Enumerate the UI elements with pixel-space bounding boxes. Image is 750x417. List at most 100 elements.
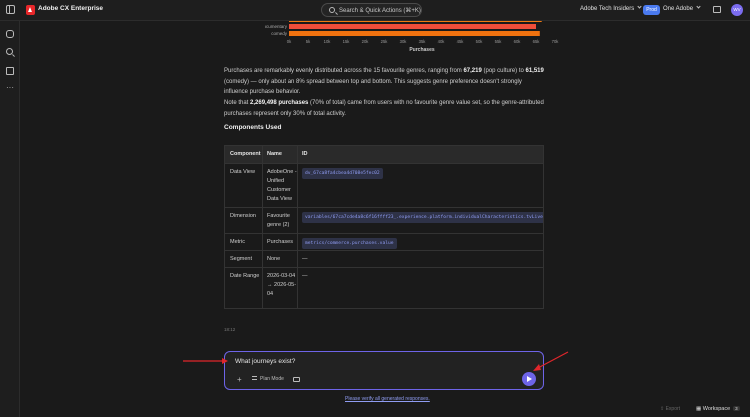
chevron-down-icon [637, 4, 642, 9]
cell-name: 2026-03-04 → 2026-05-04 [267, 273, 297, 297]
sidebar-toggle-icon[interactable] [6, 5, 15, 14]
send-button[interactable] [522, 372, 536, 386]
prompt-input[interactable] [235, 358, 495, 365]
export-label: Export [665, 406, 681, 412]
table-row: Segment None — [225, 250, 543, 267]
main-content: documentary comedy 0k 5k 10k 15k 20k 25k 30k 35k 4… [20, 21, 750, 417]
p1-value-max: 67,219 [463, 68, 482, 74]
workspace-button[interactable]: ▦ Workspace 3 [696, 406, 740, 412]
chart-tick-label: 20k [362, 39, 370, 44]
cell-component: Metric [230, 239, 245, 245]
plan-mode-icon [252, 376, 257, 380]
p2-purchases-count: 2,269,498 purchases [250, 100, 309, 106]
chart-tick-label: 55k [495, 39, 503, 44]
add-icon[interactable]: + [237, 376, 242, 384]
id-code: variables/67ca7cde4a8c6f16ffff23_.experi… [302, 212, 543, 223]
message-timestamp: 18:12 [224, 327, 236, 332]
search-icon[interactable] [6, 48, 13, 55]
plan-mode-toggle[interactable]: Plan Mode [252, 376, 284, 382]
workspace-label: Workspace [702, 406, 731, 412]
chart-tick-label: 30k [400, 39, 408, 44]
notifications-icon[interactable] [713, 6, 721, 13]
adobe-logo-icon [26, 5, 35, 15]
p1-text-e: (comedy) — only about an 8% spread betwe… [224, 78, 522, 96]
avatar[interactable]: WV [731, 4, 743, 16]
chevron-down-icon [696, 4, 701, 9]
org-name: Adobe Tech Insiders [580, 6, 635, 12]
cell-name: None [267, 256, 281, 262]
chart-category-label: comedy [271, 31, 288, 36]
search-bar[interactable]: Search & Quick Actions (⌘+K) [321, 3, 422, 17]
plan-mode-label: Plan Mode [260, 376, 284, 382]
verify-link[interactable]: Please verify all generated responses. [345, 396, 430, 402]
chart-tick-label: 40k [438, 39, 446, 44]
documents-icon[interactable] [6, 67, 14, 75]
id-code: dv_67ca8fa4cbea4d708e5fec02 [302, 168, 383, 179]
attach-image-icon[interactable] [293, 377, 300, 382]
chart-tick-label: 70k [552, 39, 560, 44]
chart-tick-label: 0k [287, 39, 292, 44]
cell-name: Favourite genre (2) [267, 213, 290, 228]
chart-tick-label: 60k [514, 39, 522, 44]
cell-id: dv_67ca8fa4cbea4d708e5fec02 [302, 168, 383, 179]
p1-text-a: Purchases are remarkably evenly distribu… [224, 68, 464, 74]
chart-x-axis-label: Purchases [409, 47, 435, 53]
table-row: Metric Purchases metrics/commerce.purcha… [225, 233, 543, 250]
cell-component: Segment [230, 256, 253, 262]
p1-value-min: 61,519 [525, 68, 544, 74]
cell-component: Dimension [230, 213, 256, 219]
cell-id: — [302, 256, 308, 262]
chart-bar [289, 24, 536, 29]
search-icon [329, 7, 335, 13]
p2-text-a: Note that [224, 100, 251, 106]
chart-tick-label: 15k [343, 39, 351, 44]
purchases-by-genre-chart: documentary comedy 0k 5k 10k 15k 20k 25k 30k 35k 4… [261, 21, 565, 54]
annotation-arrow-left [183, 358, 228, 364]
org-switcher[interactable]: One Adobe [663, 4, 701, 12]
table-row: Dimension Favourite genre (2) variables/… [225, 207, 543, 233]
chart-tick-label: 65k [533, 39, 541, 44]
chat-icon[interactable] [6, 30, 14, 38]
cell-id: variables/67ca7cde4a8c6f16ffff23_.experi… [302, 212, 543, 223]
org-switcher-label: One Adobe [663, 6, 694, 12]
workspace-count: 3 [733, 406, 740, 411]
table-row: Data View AdobeOne - Unified Customer Da… [225, 163, 543, 207]
chart-bar-partial [289, 21, 542, 22]
chart-svg: documentary comedy 0k 5k 10k 15k 20k 25k 30k 35k 4… [261, 21, 560, 53]
cell-id: metrics/commerce.purchases.value [302, 238, 397, 249]
more-icon[interactable]: ··· [6, 84, 16, 94]
cell-component: Data View [230, 169, 255, 175]
top-bar: Adobe CX Enterprise Search & Quick Actio… [0, 0, 750, 21]
cell-name: AdobeOne - Unified Customer Data View [267, 169, 297, 202]
table-header: Component Name ID [225, 146, 543, 163]
prompt-box: + Plan Mode [224, 351, 544, 390]
chart-tick-label: 35k [419, 39, 427, 44]
cell-component: Date Range [230, 273, 260, 279]
org-selector[interactable]: Adobe Tech Insiders [580, 4, 642, 12]
app-title[interactable]: Adobe CX Enterprise [38, 5, 103, 12]
export-button[interactable]: ⇪ Export [660, 406, 680, 412]
chart-tick-label: 45k [457, 39, 465, 44]
table-row: Date Range 2026-03-04 → 2026-05-04 — [225, 267, 543, 308]
environment-badge: Prod [643, 5, 660, 15]
p1-text-c: (pop culture) to [481, 68, 526, 74]
chart-tick-label: 10k [324, 39, 332, 44]
header-name: Name [267, 151, 282, 157]
id-code: metrics/commerce.purchases.value [302, 238, 397, 249]
chart-category-label: documentary [265, 24, 288, 29]
cell-name: Purchases [267, 239, 293, 245]
annotation-arrow-right [533, 351, 569, 371]
chart-tick-label: 25k [381, 39, 389, 44]
cell-id: — [302, 273, 308, 279]
left-rail: ··· [0, 21, 20, 417]
components-heading: Components Used [224, 124, 282, 131]
chart-bar [289, 31, 540, 36]
summary-paragraph: Purchases are remarkably evenly distribu… [224, 66, 544, 98]
chart-tick-label: 50k [476, 39, 484, 44]
search-placeholder: Search & Quick Actions (⌘+K) [339, 8, 421, 14]
note-paragraph: Note that 2,269,498 purchases (70% of to… [224, 98, 544, 119]
chart-tick-label: 5k [306, 39, 311, 44]
header-component: Component [230, 151, 261, 157]
components-table: Component Name ID Data View AdobeOne - U… [224, 145, 544, 309]
header-id: ID [302, 151, 308, 157]
